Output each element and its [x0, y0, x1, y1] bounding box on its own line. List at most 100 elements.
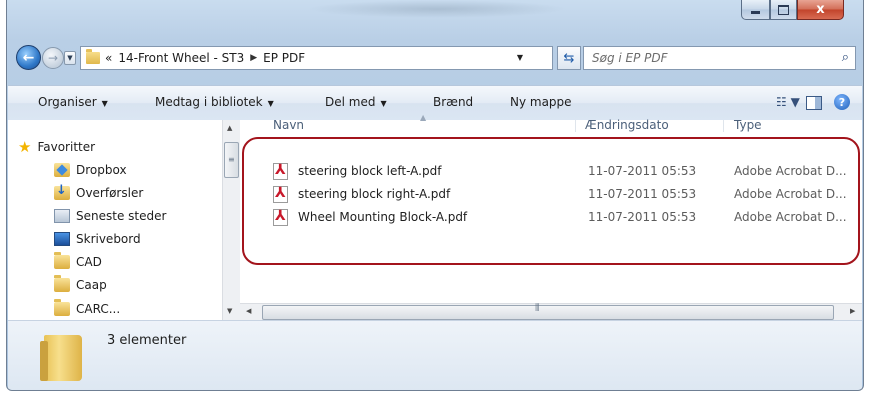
file-type: Adobe Acrobat D... [734, 210, 847, 224]
maximize-button[interactable] [770, 0, 797, 20]
minimize-button[interactable] [741, 0, 770, 20]
help-icon[interactable]: ? [834, 94, 850, 110]
refresh-button[interactable]: ⇆ [557, 46, 581, 70]
sidebar-item-recent-places[interactable]: Seneste steder [54, 205, 166, 227]
sidebar-item-dropbox[interactable]: Dropbox [54, 159, 127, 181]
window-controls: x [741, 0, 855, 20]
content-area: ★ Favoritter Dropbox Overførsler Seneste… [8, 113, 863, 321]
pdf-file-icon [273, 185, 288, 203]
search-input[interactable]: Søg i EP PDF [592, 51, 668, 65]
command-bar: Organiser ▼ Medtag i bibliotek ▼ Del med ▼ … [8, 85, 862, 121]
sidebar-item-label: Overførsler [76, 186, 144, 200]
sidebar-item-favorites[interactable]: ★ Favoritter [18, 136, 95, 158]
explorer-window: x ← → ▼ « 14-Front Wheel - ST3 ▶ EP PDF … [6, 0, 864, 391]
pdf-file-icon [273, 162, 288, 180]
column-header-row: ▲ Navn Ændringsdato Type [240, 113, 862, 144]
sidebar-item-label: Skrivebord [76, 232, 141, 246]
chevron-down-icon: ▼ [67, 54, 73, 62]
organize-label: Organiser [38, 95, 97, 109]
back-button[interactable]: ← [16, 45, 41, 70]
include-in-library-menu[interactable]: Medtag i bibliotek ▼ [155, 95, 274, 109]
breadcrumb-item-ep-pdf[interactable]: EP PDF [263, 51, 305, 65]
organize-menu[interactable]: Organiser ▼ [38, 95, 108, 109]
sidebar-item-caap[interactable]: Caap [54, 274, 107, 296]
scroll-left-icon[interactable]: ◀ [246, 307, 251, 315]
chevron-down-icon: ▼ [267, 99, 274, 108]
chevron-right-icon[interactable]: ▶ [250, 53, 257, 63]
folder-icon [54, 252, 70, 269]
file-date: 11-07-2011 05:53 [588, 187, 697, 201]
maximize-icon [778, 4, 789, 15]
forward-arrow-icon: → [47, 51, 59, 65]
sidebar-item-label: Seneste steder [76, 209, 167, 223]
star-icon: ★ [18, 138, 32, 156]
file-row[interactable]: steering block left-A.pdf 11-07-2011 05:… [270, 161, 863, 183]
file-row[interactable]: Wheel Mounting Block-A.pdf 11-07-2011 05… [270, 207, 863, 229]
sidebar-item-label: CARC... [76, 302, 121, 316]
sidebar-item-label: Favoritter [37, 140, 96, 154]
file-name: steering block left-A.pdf [298, 164, 442, 178]
preview-pane-icon[interactable] [806, 96, 822, 110]
details-pane: 3 elementer [8, 320, 862, 390]
folder-icon [86, 49, 100, 64]
scrollbar-thumb[interactable]: ⦀ [262, 303, 834, 320]
column-header-type[interactable]: Type [734, 118, 762, 132]
scroll-up-icon[interactable]: ▲ [227, 124, 232, 132]
burn-button[interactable]: Brænd [433, 95, 473, 109]
file-list: ▲ Navn Ændringsdato Type steering block … [240, 113, 863, 320]
forward-button[interactable]: → [42, 47, 64, 69]
sidebar-item-cad[interactable]: CAD [54, 251, 102, 273]
back-arrow-icon: ← [22, 49, 35, 66]
share-with-menu[interactable]: Del med ▼ [325, 95, 387, 109]
chevron-down-icon: ▼ [101, 99, 108, 108]
item-count: 3 elementer [107, 333, 187, 348]
address-dropdown-icon[interactable]: ▼ [517, 53, 523, 62]
share-label: Del med [325, 95, 376, 109]
dropbox-folder-icon [54, 163, 70, 177]
search-box[interactable]: Søg i EP PDF ⌕ [583, 46, 856, 70]
scroll-down-icon[interactable]: ▼ [227, 307, 232, 315]
sidebar-item-label: CAD [76, 255, 102, 269]
title-bar: x [7, 0, 863, 36]
file-list-horizontal-scrollbar[interactable]: ◀ ⦀ ▶ [240, 303, 862, 321]
grip-icon: ⦀ [535, 303, 540, 314]
scroll-right-icon[interactable]: ▶ [850, 307, 855, 315]
desktop-icon [54, 232, 70, 246]
grip-icon: ≡ [228, 155, 235, 164]
change-view-icon[interactable]: ☷ ▼ [776, 95, 800, 109]
column-header-date[interactable]: Ændringsdato [585, 118, 669, 132]
downloads-folder-icon [54, 183, 70, 200]
file-row[interactable]: steering block right-A.pdf 11-07-2011 05… [270, 184, 863, 206]
scrollbar-thumb[interactable]: ≡ [224, 142, 239, 178]
sidebar-item-desktop[interactable]: Skrivebord [54, 228, 141, 250]
navigation-pane: ★ Favoritter Dropbox Overførsler Seneste… [8, 120, 220, 320]
pdf-file-icon [273, 208, 288, 226]
minimize-icon [751, 11, 760, 14]
file-date: 11-07-2011 05:53 [588, 164, 697, 178]
recent-pages-dropdown[interactable]: ▼ [64, 51, 76, 65]
sort-ascending-icon: ▲ [420, 113, 427, 122]
file-type: Adobe Acrobat D... [734, 187, 847, 201]
title-glow [307, 0, 567, 18]
new-folder-button[interactable]: Ny mappe [510, 95, 572, 109]
sidebar-item-label: Caap [76, 278, 107, 292]
search-icon[interactable]: ⌕ [842, 50, 849, 65]
sidebar-item-downloads[interactable]: Overførsler [54, 182, 143, 204]
file-type: Adobe Acrobat D... [734, 164, 847, 178]
large-folder-icon [40, 335, 82, 381]
close-icon: x [816, 2, 825, 17]
column-header-name[interactable]: Navn [273, 118, 304, 132]
sidebar-item-label: Dropbox [76, 163, 127, 177]
include-label: Medtag i bibliotek [155, 95, 263, 109]
column-divider[interactable] [723, 120, 724, 132]
navigation-pane-scrollbar[interactable]: ▲ ≡ ▼ [222, 120, 240, 320]
column-divider[interactable] [575, 120, 576, 132]
sidebar-item-carc[interactable]: CARC... [54, 298, 120, 320]
address-bar[interactable]: « 14-Front Wheel - ST3 ▶ EP PDF ▼ [80, 46, 553, 70]
file-name: steering block right-A.pdf [298, 187, 451, 201]
navigation-row: ← → ▼ « 14-Front Wheel - ST3 ▶ EP PDF ▼ … [7, 43, 863, 73]
breadcrumb-item-front-wheel[interactable]: 14-Front Wheel - ST3 [118, 51, 244, 65]
breadcrumb-overflow[interactable]: « [105, 51, 112, 65]
close-button[interactable]: x [797, 0, 844, 20]
chevron-down-icon: ▼ [380, 99, 387, 108]
